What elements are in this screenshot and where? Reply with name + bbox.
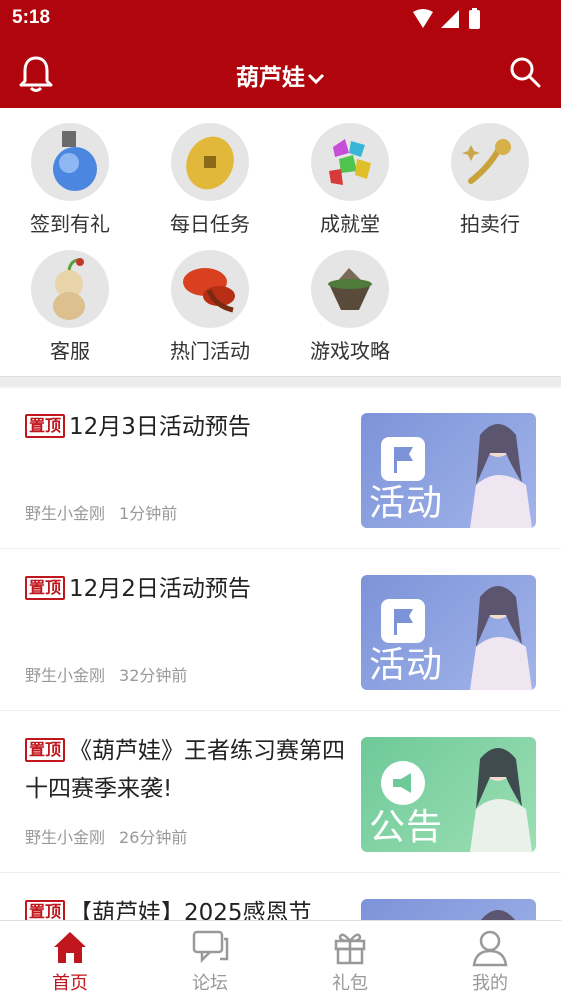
user-icon (472, 930, 508, 967)
post-feed[interactable]: 置顶 12月3日活动预告 野生小金刚 1分钟前 活动 置顶 12月2日活动预告 野生小… (0, 388, 561, 920)
pinned-badge: 置顶 (25, 738, 66, 762)
character-illustration (480, 910, 516, 920)
post-headline: 置顶 12月3日活动预告 (25, 408, 350, 446)
forum-switcher[interactable]: 葫芦娃 (0, 58, 561, 92)
thumbnail-label: 活动 (369, 645, 444, 686)
post-meta: 野生小金刚 26分钟前 (25, 824, 187, 848)
gift-icon (334, 933, 366, 965)
post-headline: 置顶 《葫芦娃》王者练习赛第四十四赛季来袭! (25, 732, 350, 808)
post-thumbnail[interactable]: 活动 (361, 575, 536, 690)
pinned-badge: 置顶 (25, 414, 66, 438)
post-author: 野生小金刚 (25, 504, 106, 523)
post-headline: 置顶 12月2日活动预告 (25, 570, 350, 608)
character-illustration (470, 748, 532, 852)
status-bar: 5:18 (0, 0, 561, 38)
floating-island-icon (311, 250, 389, 328)
post-author: 野生小金刚 (25, 828, 106, 847)
gold-coin-icon (171, 123, 249, 201)
tab-label: 首页 (52, 973, 88, 994)
grid-item-auction[interactable]: 拍卖行 (420, 108, 560, 236)
post-thumbnail[interactable] (361, 899, 536, 920)
tab-label: 论坛 (192, 973, 228, 994)
pinned-badge: 置顶 (25, 900, 66, 920)
post-time: 1分钟前 (119, 504, 178, 523)
post-text: 置顶 【葫芦娃】2025感恩节 (25, 894, 350, 920)
post-item[interactable]: 置顶 12月3日活动预告 野生小金刚 1分钟前 活动 (0, 388, 561, 549)
chat-icon (192, 930, 229, 964)
app-header: 葫芦娃 (0, 38, 561, 108)
tab-label: 我的 (472, 973, 508, 994)
post-item[interactable]: 置顶 《葫芦娃》王者练习赛第四十四赛季来袭! 野生小金刚 26分钟前 公告 (0, 712, 561, 873)
grid-label: 每日任务 (170, 212, 250, 236)
grid-label: 客服 (50, 339, 90, 363)
home-icon (54, 932, 86, 963)
post-item[interactable]: 置顶 【葫芦娃】2025感恩节 (0, 874, 561, 920)
post-author: 野生小金刚 (25, 666, 106, 685)
grid-item-checkin[interactable]: 签到有礼 (0, 108, 140, 236)
bottom-tab-bar: 首页 论坛 礼包 我的 (0, 920, 561, 999)
search-icon[interactable] (509, 56, 541, 88)
post-thumbnail[interactable]: 公告 (361, 737, 536, 852)
gems-icon (311, 123, 389, 201)
feature-grid: 签到有礼 每日任务 成就堂 拍卖行 客服 热门活动 游戏攻略 (0, 108, 561, 378)
grid-item-achievements[interactable]: 成就堂 (280, 108, 420, 236)
grid-item-guides[interactable]: 游戏攻略 (280, 235, 420, 363)
post-time: 32分钟前 (119, 666, 188, 685)
ruyi-icon (451, 123, 529, 201)
post-item[interactable]: 置顶 12月2日活动预告 野生小金刚 32分钟前 活动 (0, 550, 561, 711)
post-time: 26分钟前 (119, 828, 188, 847)
potion-icon (31, 123, 109, 201)
post-thumbnail[interactable]: 活动 (361, 413, 536, 528)
grid-item-events[interactable]: 热门活动 (140, 235, 280, 363)
tab-forum[interactable]: 论坛 (140, 921, 280, 999)
post-text: 置顶 12月3日活动预告 (25, 408, 350, 446)
thumbnail-label: 活动 (369, 483, 444, 524)
pinned-badge: 置顶 (25, 576, 66, 600)
chevron-down-icon (307, 73, 325, 84)
post-headline: 置顶 【葫芦娃】2025感恩节 (25, 894, 350, 920)
system-status-icons (413, 8, 480, 29)
post-text: 置顶 12月2日活动预告 (25, 570, 350, 608)
status-time: 5:18 (12, 7, 51, 28)
thumbnail-label: 公告 (369, 807, 444, 848)
grid-item-customer-service[interactable]: 客服 (0, 235, 140, 363)
post-meta: 野生小金刚 32分钟前 (25, 662, 187, 686)
post-meta: 野生小金刚 1分钟前 (25, 500, 177, 524)
grid-label: 热门活动 (170, 339, 250, 363)
post-title: 【葫芦娃】2025感恩节 (69, 900, 312, 920)
character-illustration (470, 424, 532, 528)
grid-label: 拍卖行 (460, 212, 520, 236)
tab-home[interactable]: 首页 (0, 921, 140, 999)
post-text: 置顶 《葫芦娃》王者练习赛第四十四赛季来袭! (25, 732, 350, 808)
page-title: 葫芦娃 (236, 65, 305, 91)
gourd-baby-icon (31, 250, 109, 328)
post-title: 12月3日活动预告 (69, 414, 251, 440)
tab-label: 礼包 (332, 973, 368, 994)
post-title: 12月2日活动预告 (69, 576, 251, 602)
grid-label: 签到有礼 (30, 212, 110, 236)
lingzhi-icon (171, 250, 249, 328)
tab-gifts[interactable]: 礼包 (280, 921, 420, 999)
post-title: 《葫芦娃》王者练习赛第四十四赛季来袭! (25, 738, 346, 802)
grid-label: 成就堂 (320, 212, 380, 236)
grid-label: 游戏攻略 (310, 339, 390, 363)
grid-item-daily-tasks[interactable]: 每日任务 (140, 108, 280, 236)
tab-profile[interactable]: 我的 (420, 921, 560, 999)
character-illustration (470, 586, 532, 690)
section-divider (0, 376, 561, 386)
